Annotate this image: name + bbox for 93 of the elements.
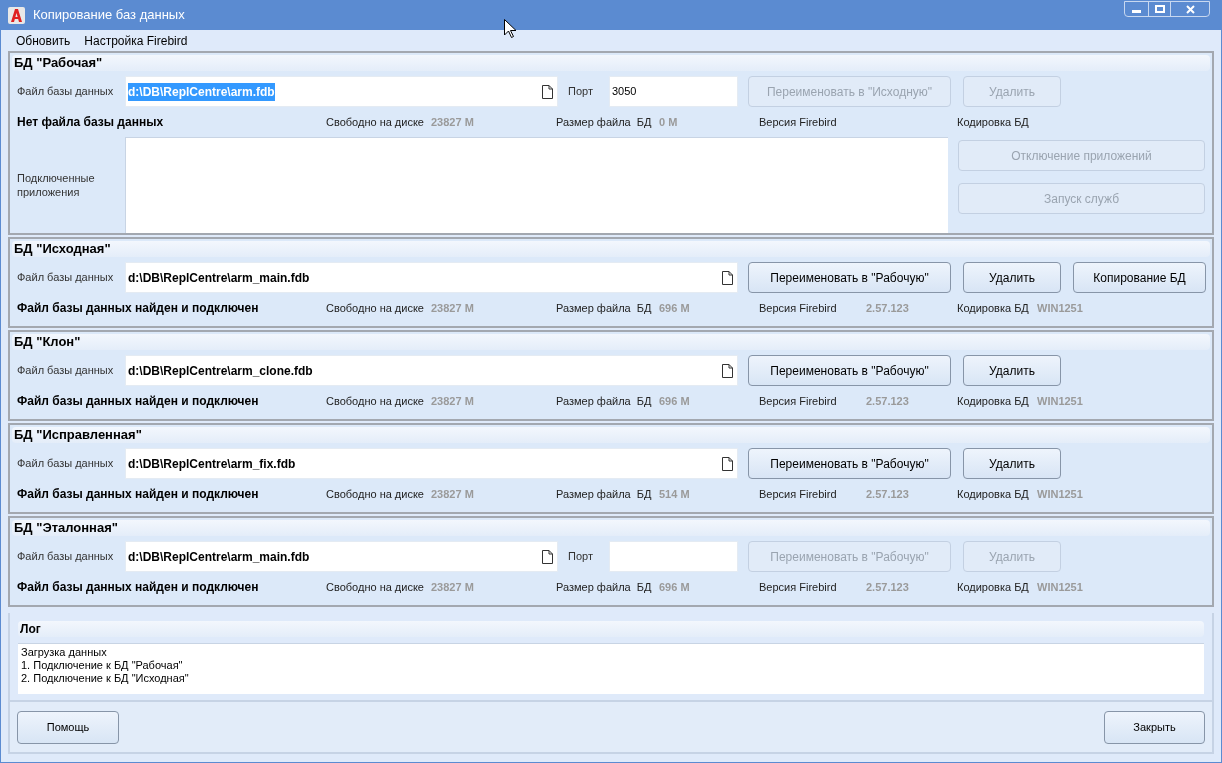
file-size-value: 514 M — [658, 486, 691, 502]
file-path: d:\DB\ReplCentre\arm_main.fdb — [128, 548, 310, 566]
status-text: Файл базы данных найден и подключен — [16, 393, 260, 410]
file-size-value: 696 M — [658, 393, 691, 409]
encoding-value: WIN1251 — [1037, 579, 1083, 595]
encoding-label: Кодировка БД — [957, 114, 1030, 130]
menu-item[interactable]: Настройка Firebird — [84, 31, 188, 50]
firebird-version-value: 2.57.123 — [866, 580, 909, 593]
app-logo-icon — [8, 6, 25, 24]
firebird-version-label: Версия Firebird — [759, 393, 838, 409]
encoding-value: WIN1251 — [1037, 300, 1083, 316]
copy-button[interactable]: Копирование БД — [1073, 262, 1206, 293]
field-label: Файл базы данных — [16, 549, 115, 565]
status-text: Файл базы данных найден и подключен — [16, 486, 260, 503]
log-text-area[interactable]: Загрузка данных 1. Подключение к БД "Рабочая" 2. Подключение к БД "Исходная" — [18, 643, 1204, 694]
encoding-value: WIN1251 — [1037, 486, 1083, 502]
panel-title: БД "Клон" — [14, 333, 81, 352]
firebird-version-label: Версия Firebird — [759, 579, 838, 595]
port-field[interactable]: 3050 — [609, 76, 738, 107]
log-title: Лог — [20, 621, 41, 638]
field-label: Файл базы данных — [16, 456, 115, 472]
rename-button[interactable]: Переименовать в "Рабочую" — [748, 262, 951, 293]
log-line: 1. Подключение к БД "Рабочая" — [21, 659, 184, 672]
rename-button[interactable]: Переименовать в "Рабочую" — [748, 448, 951, 479]
file-path: d:\DB\ReplCentre\arm.fdb — [128, 82, 275, 101]
firebird-version-value: 2.57.123 — [866, 487, 909, 500]
close-icon — [1185, 4, 1195, 14]
firebird-version-value: 2.57.123 — [866, 301, 909, 314]
file-size-value: 0 M — [658, 114, 679, 130]
encoding-label: Кодировка БД — [957, 486, 1030, 502]
encoding-label: Кодировка БД — [957, 579, 1030, 595]
window-title: Копирование баз данных — [33, 6, 185, 25]
panel-title: БД "Рабочая" — [14, 54, 103, 73]
free-space-label: Свободно на диске — [326, 114, 425, 130]
file-size-label: Размер файла БД — [556, 300, 653, 316]
file-icon[interactable] — [722, 456, 733, 471]
file-size-label: Размер файла БД — [556, 579, 653, 595]
panel-title: БД "Исходная" — [14, 240, 111, 259]
file-size-label: Размер файла БД — [556, 486, 653, 502]
panel-title: БД "Исправленная" — [14, 426, 142, 445]
rename-button[interactable]: Переименовать в "Рабочую" — [748, 355, 951, 386]
free-space-label: Свободно на диске — [326, 300, 425, 316]
log-line: Загрузка данных — [21, 646, 108, 659]
free-space-value: 23827 M — [431, 300, 475, 316]
file-path-field[interactable]: d:\DB\ReplCentre\arm_main.fdb — [125, 541, 558, 572]
mouse-cursor-icon — [504, 19, 517, 38]
delete-button[interactable]: Удалить — [963, 262, 1061, 293]
delete-button[interactable]: Удалить — [963, 355, 1061, 386]
field-label: Файл базы данных — [16, 363, 115, 379]
status-text: Файл базы данных найден и подключен — [16, 300, 260, 317]
status-text: Нет файла базы данных — [16, 114, 165, 131]
free-space-label: Свободно на диске — [326, 393, 425, 409]
file-path: d:\DB\ReplCentre\arm_fix.fdb — [128, 455, 296, 473]
help-button[interactable]: Помощь — [17, 710, 119, 744]
file-size-value: 696 M — [658, 579, 691, 595]
file-path: d:\DB\ReplCentre\arm_main.fdb — [128, 269, 310, 287]
file-icon[interactable] — [542, 84, 553, 99]
connected-apps-label: Подключенные приложения — [17, 171, 96, 199]
free-space-value: 23827 M — [431, 579, 475, 595]
free-space-value: 23827 M — [431, 393, 475, 409]
file-size-value: 696 M — [658, 300, 691, 316]
file-path: d:\DB\ReplCentre\arm_clone.fdb — [128, 362, 313, 380]
free-space-value: 23827 M — [431, 114, 475, 130]
close-window-button[interactable]: Закрыть — [1104, 710, 1205, 744]
file-size-label: Размер файла БД — [556, 393, 653, 409]
status-text: Файл базы данных найден и подключен — [16, 579, 260, 596]
menu-item[interactable]: Обновить — [16, 31, 71, 50]
encoding-label: Кодировка БД — [957, 300, 1030, 316]
field-label: Файл базы данных — [16, 84, 115, 100]
free-space-label: Свободно на диске — [326, 486, 425, 502]
file-path-field[interactable]: d:\DB\ReplCentre\arm_main.fdb — [125, 262, 738, 293]
firebird-version-value: 2.57.123 — [866, 394, 909, 407]
free-space-label: Свободно на диске — [326, 579, 425, 595]
file-icon[interactable] — [722, 363, 733, 378]
port-label: Порт — [568, 549, 594, 565]
file-path-field[interactable]: d:\DB\ReplCentre\arm_fix.fdb — [125, 448, 738, 479]
free-space-value: 23827 M — [431, 486, 475, 502]
encoding-value: WIN1251 — [1037, 393, 1083, 409]
encoding-label: Кодировка БД — [957, 393, 1030, 409]
file-icon[interactable] — [542, 549, 553, 564]
delete-button[interactable]: Удалить — [963, 448, 1061, 479]
firebird-version-label: Версия Firebird — [759, 300, 838, 316]
log-line: 2. Подключение к БД "Исходная" — [21, 672, 190, 685]
firebird-version-label: Версия Firebird — [759, 114, 838, 130]
port-label: Порт — [568, 84, 594, 100]
panel-title: БД "Эталонная" — [14, 519, 118, 538]
file-icon[interactable] — [722, 270, 733, 285]
field-label: Файл базы данных — [16, 270, 115, 286]
firebird-version-label: Версия Firebird — [759, 486, 838, 502]
port-value: 3050 — [612, 84, 637, 100]
port-field[interactable] — [609, 541, 738, 572]
file-path-field[interactable]: d:\DB\ReplCentre\arm_clone.fdb — [125, 355, 738, 386]
file-size-label: Размер файла БД — [556, 114, 653, 130]
